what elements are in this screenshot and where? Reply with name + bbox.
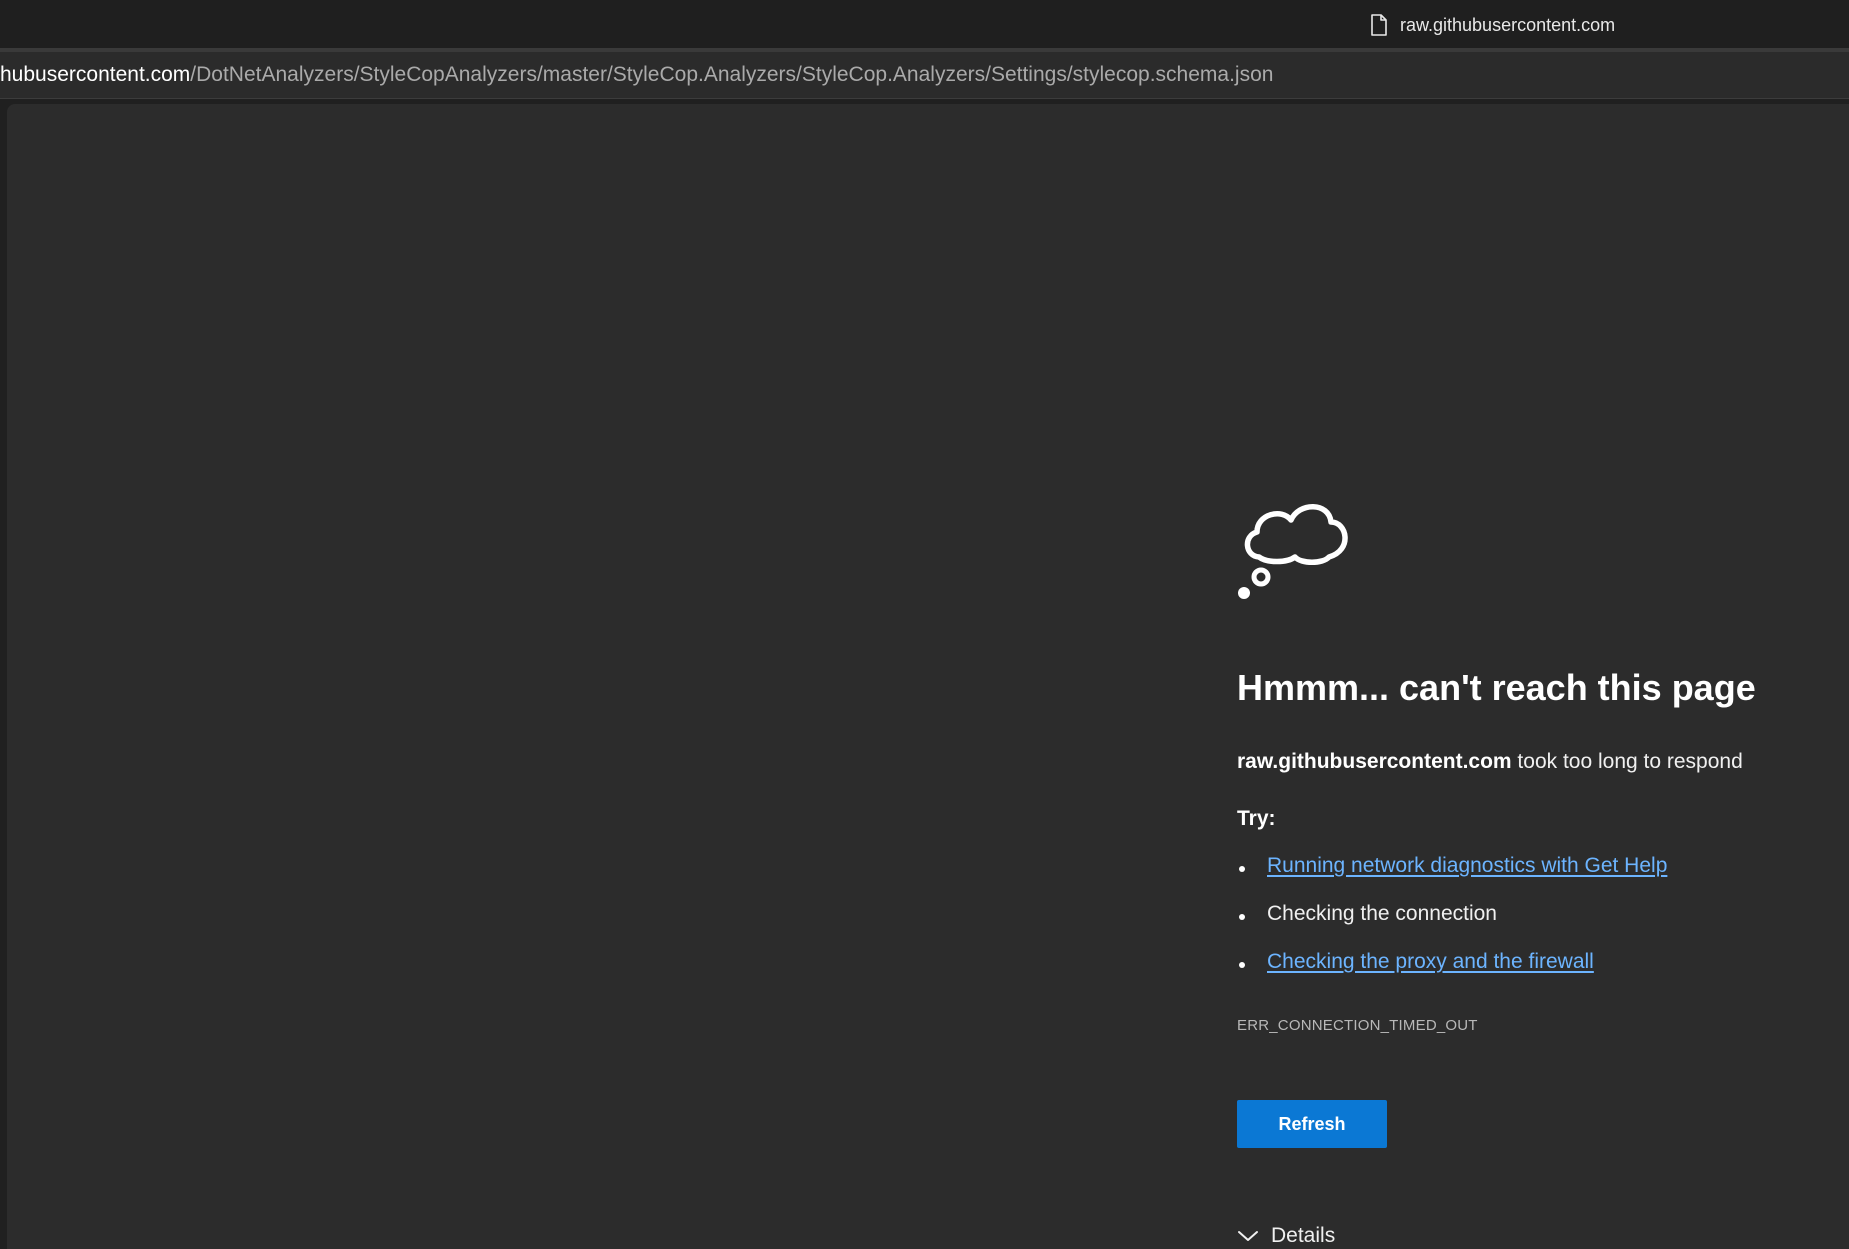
error-message-text: took too long to respond bbox=[1511, 750, 1743, 773]
address-bar[interactable]: hubusercontent.com/DotNetAnalyzers/Style… bbox=[0, 52, 1849, 99]
page-icon bbox=[1370, 14, 1388, 36]
proxy-firewall-link[interactable]: Checking the proxy and the firewall bbox=[1267, 950, 1594, 973]
thought-cloud-icon bbox=[1237, 484, 1352, 604]
details-label: Details bbox=[1271, 1224, 1336, 1247]
error-host: raw.githubusercontent.com bbox=[1237, 750, 1512, 773]
active-tab[interactable]: raw.githubusercontent.com bbox=[1370, 10, 1615, 40]
details-toggle[interactable]: Details bbox=[1237, 1224, 1335, 1248]
check-connection-text: Checking the connection bbox=[1267, 902, 1497, 925]
refresh-button[interactable]: Refresh bbox=[1237, 1100, 1387, 1148]
list-item: Checking the proxy and the firewall bbox=[1237, 950, 1667, 998]
suggestion-list: Running network diagnostics with Get Hel… bbox=[1237, 854, 1667, 998]
list-item: Running network diagnostics with Get Hel… bbox=[1237, 854, 1667, 902]
url-text[interactable]: hubusercontent.com/DotNetAnalyzers/Style… bbox=[0, 62, 1273, 88]
url-host: hubusercontent.com bbox=[0, 63, 191, 86]
error-code: ERR_CONNECTION_TIMED_OUT bbox=[1237, 1017, 1478, 1034]
tab-title: raw.githubusercontent.com bbox=[1400, 14, 1616, 35]
network-diagnostics-link[interactable]: Running network diagnostics with Get Hel… bbox=[1267, 854, 1667, 877]
url-path: /DotNetAnalyzers/StyleCopAnalyzers/maste… bbox=[190, 63, 1274, 86]
page-title: Hmmm... can't reach this page bbox=[1237, 667, 1756, 708]
error-message: raw.githubusercontent.com took too long … bbox=[1237, 750, 1743, 774]
tab-bar: raw.githubusercontent.com bbox=[0, 0, 1849, 48]
page-viewport: Hmmm... can't reach this page raw.github… bbox=[7, 104, 1849, 1249]
chevron-down-icon bbox=[1237, 1229, 1259, 1243]
try-label: Try: bbox=[1237, 807, 1276, 830]
list-item: Checking the connection bbox=[1237, 902, 1667, 950]
